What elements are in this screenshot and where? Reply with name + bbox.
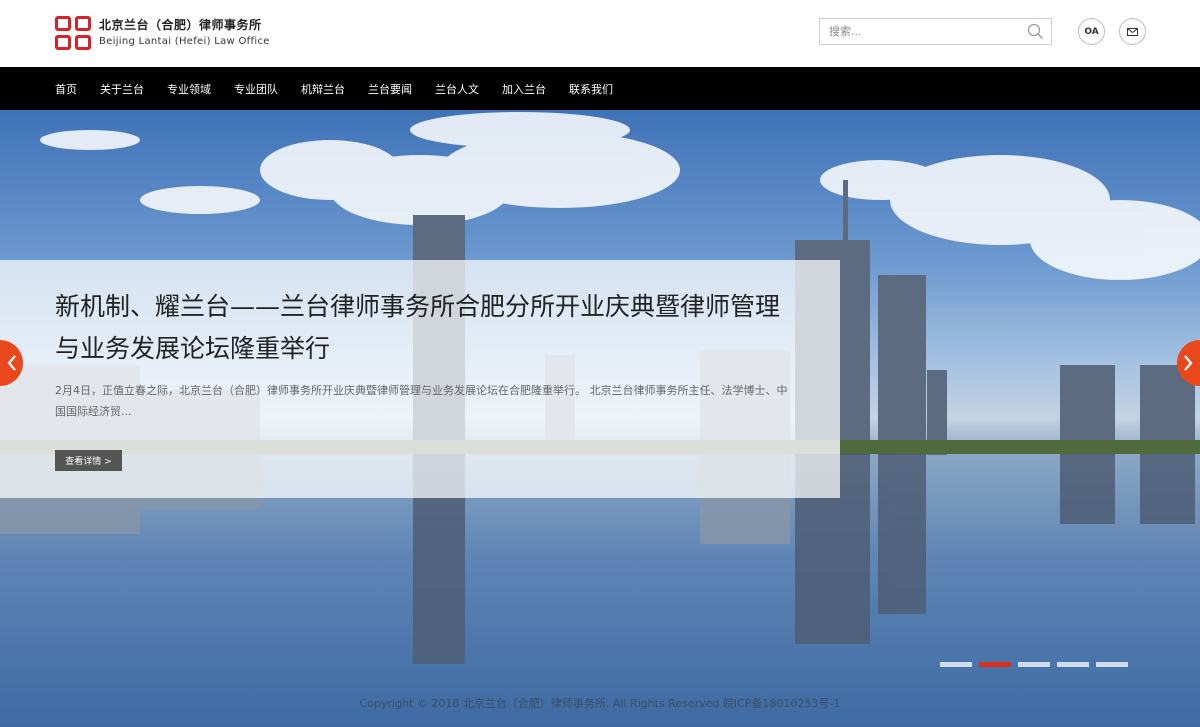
hero-slider: 新机制、耀兰台——兰台律师事务所合肥分所开业庆典暨律师管理与业务发展论坛隆重举行… — [0, 110, 1200, 727]
slider-dot-5[interactable] — [1096, 662, 1128, 667]
chevron-left-icon — [7, 355, 16, 371]
nav-item-home[interactable]: 首页 — [55, 81, 77, 97]
search-input[interactable] — [820, 19, 1020, 44]
chevron-right-icon — [1184, 355, 1193, 371]
slider-dot-3[interactable] — [1018, 662, 1050, 667]
logo-mark-icon — [55, 16, 91, 50]
mail-button[interactable] — [1119, 18, 1146, 45]
nav-item-news[interactable]: 兰台要闻 — [368, 81, 412, 97]
header: 北京兰台（合肥）律师事务所 Beijing Lantai (Hefei) Law… — [0, 0, 1200, 67]
slide-title[interactable]: 新机制、耀兰台——兰台律师事务所合肥分所开业庆典暨律师管理与业务发展论坛隆重举行 — [55, 286, 795, 370]
view-details-button[interactable]: 查看详情 > — [55, 450, 122, 471]
main-nav: 首页 关于兰台 专业领域 专业团队 机辩兰台 兰台要闻 兰台人文 加入兰台 联系… — [0, 67, 1200, 110]
search-icon[interactable] — [1027, 23, 1044, 40]
nav-item-contact[interactable]: 联系我们 — [569, 81, 613, 97]
nav-item-team[interactable]: 专业团队 — [234, 81, 278, 97]
slider-dot-2[interactable] — [979, 662, 1011, 667]
logo[interactable]: 北京兰台（合肥）律师事务所 Beijing Lantai (Hefei) Law… — [55, 16, 270, 50]
slider-dot-4[interactable] — [1057, 662, 1089, 667]
footer-copyright: Copyright © 2018 北京兰台（合肥）律师事务所. All Righ… — [359, 697, 841, 710]
search-box — [819, 18, 1052, 45]
logo-text: 北京兰台（合肥）律师事务所 Beijing Lantai (Hefei) Law… — [99, 18, 270, 47]
nav-item-join[interactable]: 加入兰台 — [502, 81, 546, 97]
slider-pagination — [940, 662, 1135, 667]
slide-summary: 2月4日，正值立春之际，北京兰台（合肥）律师事务所开业庆典暨律师管理与业务发展论… — [55, 384, 788, 418]
nav-item-culture[interactable]: 兰台人文 — [435, 81, 479, 97]
slide-caption: 新机制、耀兰台——兰台律师事务所合肥分所开业庆典暨律师管理与业务发展论坛隆重举行… — [0, 260, 840, 498]
mail-icon — [1127, 27, 1138, 36]
nav-item-about[interactable]: 关于兰台 — [100, 81, 144, 97]
brand-name-cn: 北京兰台（合肥）律师事务所 — [99, 18, 262, 33]
nav-item-debate[interactable]: 机辩兰台 — [301, 81, 345, 97]
slider-dot-1[interactable] — [940, 662, 972, 667]
nav-item-practice-areas[interactable]: 专业领域 — [167, 81, 211, 97]
oa-button[interactable]: OA — [1078, 18, 1105, 45]
brand-name-en: Beijing Lantai (Hefei) Law Office — [99, 35, 270, 47]
